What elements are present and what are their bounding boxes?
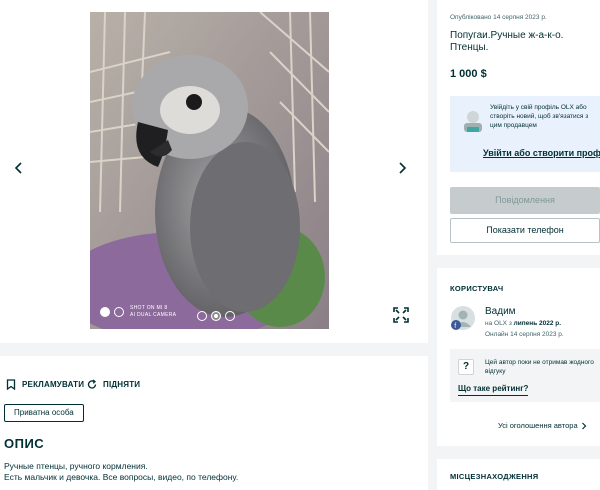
posted-date: Опубліковано 14 серпня 2023 р. — [450, 14, 547, 21]
rating-text: Цей автор поки не отримав жодного відгук… — [485, 359, 594, 375]
ad-price: 1 000 $ — [450, 68, 487, 80]
all-ads-label: Усі оголошення автора — [498, 421, 578, 430]
bookmark-icon — [6, 379, 16, 390]
question-icon: ? — [458, 359, 474, 375]
description-line: Есть мальчик и девочка. Все вопросы, вид… — [4, 472, 239, 482]
member-since: на OLX з липень 2022 р. — [485, 320, 561, 327]
watermark-line2: AI DUAL CAMERA — [130, 312, 177, 318]
member-since-date: липень 2022 р. — [513, 320, 562, 327]
login-prompt-text: Увійдіть у свій профіль OLX або створіть… — [490, 104, 589, 129]
listing-photo[interactable]: SHOT ON MI 8 AI DUAL CAMERA — [90, 12, 329, 329]
camera-watermark: SHOT ON MI 8 AI DUAL CAMERA — [100, 305, 176, 319]
last-online: Онлайн 14 серпня 2023 р. — [485, 331, 564, 338]
promote-action[interactable]: РЕКЛАМУВАТИ — [6, 379, 84, 390]
parrot-image — [90, 12, 329, 329]
raise-action[interactable]: ПІДНЯТИ — [87, 379, 140, 390]
avatar[interactable]: f — [450, 305, 476, 331]
watermark-line1: SHOT ON MI 8 — [130, 305, 168, 311]
user-profile-icon — [464, 111, 482, 132]
ad-title: Попугаи.Ручные ж-а-к-о. Птенцы. — [450, 30, 564, 53]
message-button[interactable]: Повідомлення — [450, 187, 600, 214]
chevron-left-icon — [14, 162, 22, 174]
chevron-right-icon — [581, 422, 586, 429]
member-since-prefix: на OLX з — [485, 320, 512, 327]
description-heading: ОПИС — [4, 436, 45, 451]
rating-info-link[interactable]: Що таке рейтинг? — [458, 384, 529, 396]
slide-indicator — [197, 311, 235, 321]
refresh-icon — [87, 379, 97, 389]
watermark-ring-icon — [114, 307, 124, 317]
show-phone-button[interactable]: Показати телефон — [450, 218, 600, 243]
previous-photo-button[interactable] — [10, 158, 27, 178]
svg-text:f: f — [454, 323, 456, 330]
login-link[interactable]: Увійти або створити профіль — [483, 148, 600, 158]
user-name[interactable]: Вадим — [485, 306, 516, 317]
slide-dot[interactable] — [197, 311, 207, 321]
raise-label: ПІДНЯТИ — [103, 380, 141, 389]
fullscreen-icon[interactable] — [393, 307, 409, 323]
promote-label: РЕКЛАМУВАТИ — [22, 380, 85, 389]
seller-type-badge: Приватна особа — [4, 404, 84, 422]
all-ads-link[interactable]: Усі оголошення автора — [498, 421, 587, 430]
location-heading: МІСЦЕЗНАХОДЖЕННЯ — [450, 472, 539, 481]
user-heading: КОРИСТУВАЧ — [450, 284, 504, 293]
watermark-circle-icon — [100, 307, 110, 317]
next-photo-button[interactable] — [393, 158, 410, 178]
description-line: Ручные птенцы, ручного кормления. — [4, 461, 148, 471]
chevron-right-icon — [398, 162, 406, 174]
slide-dot-active[interactable] — [211, 311, 221, 321]
slide-dot[interactable] — [225, 311, 235, 321]
